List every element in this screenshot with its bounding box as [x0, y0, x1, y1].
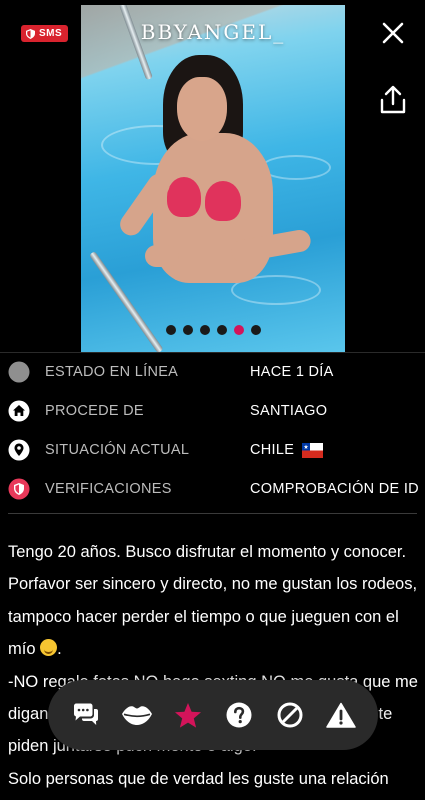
- description-line: Solo personas que de verdad les guste un…: [8, 769, 389, 788]
- smiling-emoji-icon: [40, 639, 58, 657]
- info-row-online-status: ESTADO EN LÍNEA HACE 1 DÍA: [0, 353, 425, 392]
- block-icon: [277, 702, 302, 728]
- info-value: HACE 1 DÍA: [250, 364, 334, 380]
- info-value: COMPROBACIÓN DE ID: [250, 481, 419, 497]
- status-dot-icon: [8, 361, 30, 383]
- profile-description: Tengo 20 años. Busco disfrutar el moment…: [8, 536, 420, 795]
- chat-button[interactable]: [69, 698, 103, 732]
- sms-badge: SMS: [21, 25, 69, 42]
- home-icon: [8, 400, 30, 422]
- photo-dot-active[interactable]: [234, 325, 244, 335]
- info-label: PROCEDE DE: [45, 403, 144, 419]
- close-icon: [382, 22, 404, 44]
- info-label: SITUACIÓN ACTUAL: [45, 442, 190, 458]
- description-line: tampoco hacer perder el tiempo o que jue…: [8, 607, 399, 626]
- sms-badge-label: SMS: [39, 28, 63, 39]
- report-button[interactable]: [324, 698, 358, 732]
- close-button[interactable]: [378, 18, 408, 48]
- info-label: VERIFICACIONES: [45, 481, 172, 497]
- info-value: CHILE: [250, 442, 324, 458]
- favorite-button[interactable]: [171, 698, 205, 732]
- description-line: Tengo 20 años. Busco disfrutar el moment…: [8, 543, 407, 561]
- block-button[interactable]: [273, 698, 307, 732]
- profile-username: BBYANGEL_: [140, 20, 286, 44]
- info-row-current-location: SITUACIÓN ACTUAL CHILE: [0, 431, 425, 470]
- photo-dot[interactable]: [217, 325, 227, 335]
- warning-icon: [325, 702, 356, 728]
- description-line: mío .: [8, 639, 62, 659]
- photo-dot[interactable]: [251, 325, 261, 335]
- profile-info-list: ESTADO EN LÍNEA HACE 1 DÍA PROCEDE DE SA…: [0, 352, 425, 509]
- info-row-verifications: VERIFICACIONES COMPROBACIÓN DE ID: [0, 470, 425, 509]
- photo-header: SMS BBYANGEL_: [0, 0, 425, 352]
- photo-dot[interactable]: [200, 325, 210, 335]
- share-icon: [380, 85, 406, 114]
- star-icon: [174, 702, 201, 728]
- help-button[interactable]: [222, 698, 256, 732]
- share-button[interactable]: [378, 84, 408, 116]
- info-row-origin: PROCEDE DE SANTIAGO: [0, 392, 425, 431]
- photo-dot[interactable]: [183, 325, 193, 335]
- section-divider: [8, 513, 417, 514]
- description-line: Porfavor ser sincero y directo, no me gu…: [8, 575, 418, 594]
- info-label: ESTADO EN LÍNEA: [45, 364, 179, 380]
- help-icon: [226, 702, 251, 728]
- action-bar: [48, 680, 378, 750]
- profile-photo[interactable]: [81, 5, 345, 352]
- chile-flag-icon: [302, 442, 324, 458]
- lips-icon: [121, 706, 152, 725]
- location-pin-icon: [8, 439, 30, 461]
- photo-dot[interactable]: [166, 325, 176, 335]
- info-value: SANTIAGO: [250, 403, 328, 419]
- kiss-button[interactable]: [120, 698, 154, 732]
- shield-icon: [8, 478, 30, 500]
- shield-small-icon: [26, 28, 35, 39]
- chat-bubbles-icon: [73, 703, 98, 725]
- photo-pagination: [166, 325, 261, 335]
